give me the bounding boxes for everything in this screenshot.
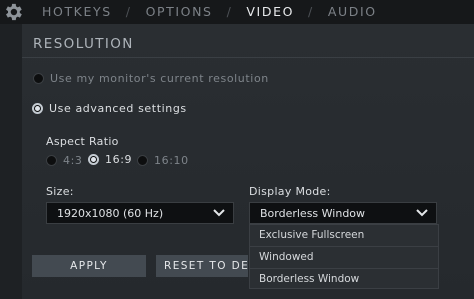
reset-to-default-button[interactable]: RESET TO DEFAU (156, 255, 248, 277)
display-mode-select-value: Borderless Window (260, 206, 366, 220)
size-select-value: 1920x1080 (60 Hz) (57, 206, 164, 220)
section-title-resolution: RESOLUTION (33, 36, 134, 52)
radio-button-selected[interactable] (32, 103, 43, 114)
radio-button-unselected[interactable] (137, 155, 148, 166)
apply-button[interactable]: APPLY (32, 255, 146, 277)
size-select[interactable]: 1920x1080 (60 Hz) (46, 202, 234, 224)
dropdown-option-exclusive-fullscreen[interactable]: Exclusive Fullscreen (250, 225, 438, 247)
radio-label: 4:3 (63, 154, 83, 167)
radio-label: Use advanced settings (49, 102, 187, 115)
size-label: Size: (46, 185, 74, 198)
radio-button-selected[interactable] (88, 154, 99, 165)
radio-label: 16:10 (154, 154, 189, 167)
radio-label: 16:9 (105, 153, 133, 166)
section-divider (22, 57, 474, 58)
gear-icon[interactable] (2, 1, 24, 23)
tab-hotkeys[interactable]: HOTKEYS (42, 4, 112, 19)
display-mode-label: Display Mode: (249, 185, 331, 198)
tab-separator: / (226, 4, 233, 19)
dropdown-option-windowed[interactable]: Windowed (250, 247, 438, 269)
aspect-ratio-label: Aspect Ratio (46, 135, 119, 148)
radio-button-unselected[interactable] (33, 73, 44, 84)
aspect-ratio-16-10[interactable]: 16:10 (137, 154, 189, 167)
chevron-down-icon (213, 209, 225, 217)
aspect-ratio-4-3[interactable]: 4:3 (46, 154, 83, 167)
top-navigation-bar: HOTKEYS / OPTIONS / VIDEO / AUDIO (0, 0, 474, 24)
display-mode-dropdown-menu: Exclusive Fullscreen Windowed Borderless… (249, 224, 439, 289)
tab-options[interactable]: OPTIONS (146, 4, 213, 19)
radio-label: Use my monitor's current resolution (50, 72, 269, 85)
chevron-down-icon (416, 209, 428, 217)
tab-video[interactable]: VIDEO (246, 4, 294, 19)
settings-tabs: HOTKEYS / OPTIONS / VIDEO / AUDIO (42, 4, 377, 19)
radio-use-advanced-settings[interactable]: Use advanced settings (32, 102, 187, 115)
dropdown-option-borderless-window[interactable]: Borderless Window (250, 269, 438, 290)
tab-audio[interactable]: AUDIO (328, 4, 377, 19)
aspect-ratio-16-9[interactable]: 16:9 (88, 153, 132, 166)
tab-separator: / (125, 4, 132, 19)
radio-use-monitor-resolution[interactable]: Use my monitor's current resolution (33, 72, 269, 85)
display-mode-select[interactable]: Borderless Window (249, 202, 437, 224)
radio-button-unselected[interactable] (46, 155, 57, 166)
tab-separator: / (308, 4, 314, 19)
